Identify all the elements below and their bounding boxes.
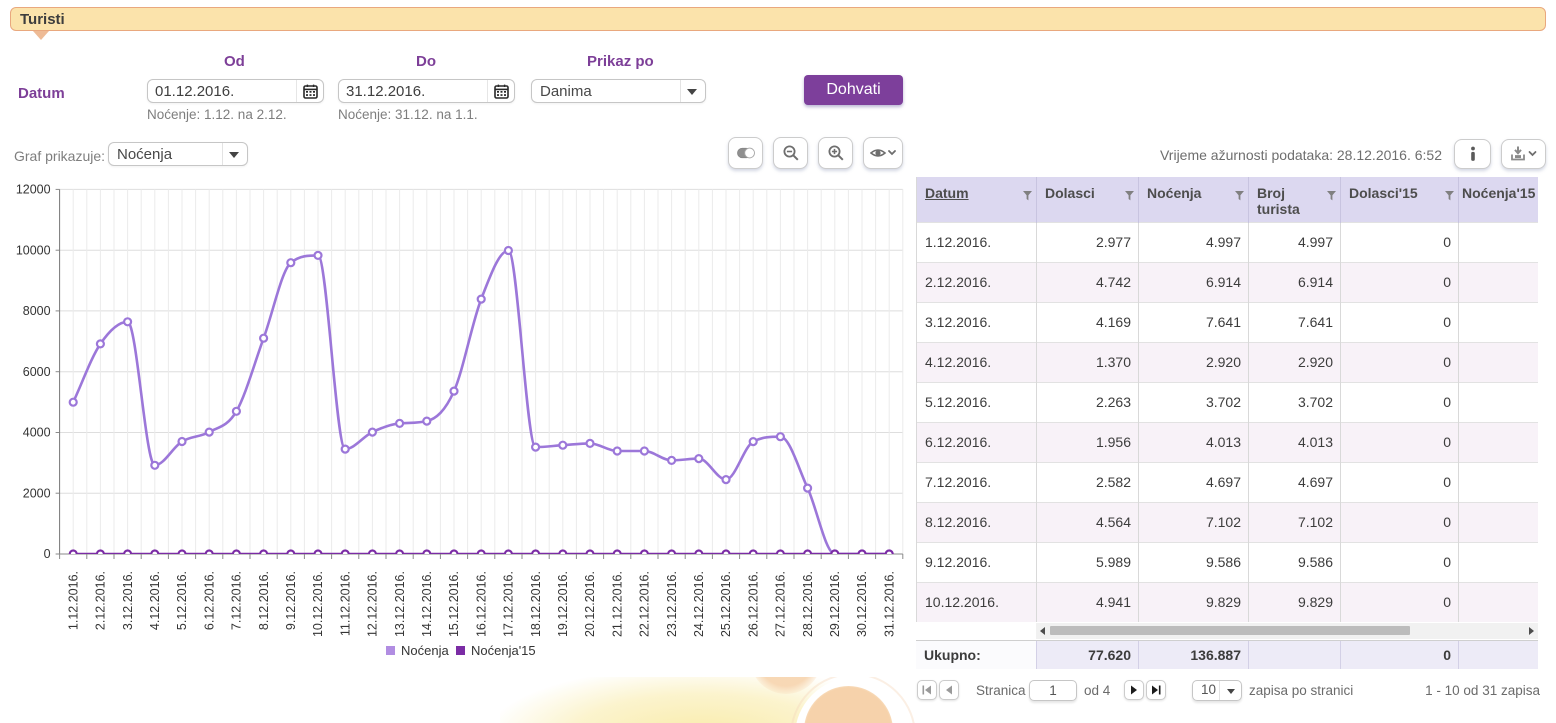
svg-text:10000: 10000 (16, 243, 51, 257)
svg-text:19.12.2016.: 19.12.2016. (556, 571, 570, 637)
svg-text:14.12.2016.: 14.12.2016. (420, 571, 434, 637)
svg-text:31.12.2016.: 31.12.2016. (882, 571, 896, 637)
svg-text:10.12.2016.: 10.12.2016. (311, 571, 325, 637)
svg-text:6000: 6000 (23, 365, 51, 379)
svg-text:16.12.2016.: 16.12.2016. (474, 571, 488, 637)
svg-text:9.12.2016.: 9.12.2016. (284, 571, 298, 630)
svg-text:30.12.2016.: 30.12.2016. (855, 571, 869, 637)
svg-text:28.12.2016.: 28.12.2016. (801, 571, 815, 637)
svg-text:13.12.2016.: 13.12.2016. (393, 571, 407, 637)
svg-text:12000: 12000 (16, 183, 51, 197)
svg-text:8.12.2016.: 8.12.2016. (257, 571, 271, 630)
svg-text:11.12.2016.: 11.12.2016. (338, 571, 352, 636)
svg-text:2.12.2016.: 2.12.2016. (94, 571, 108, 630)
svg-text:20.12.2016.: 20.12.2016. (583, 571, 597, 637)
svg-text:15.12.2016.: 15.12.2016. (447, 571, 461, 637)
svg-text:21.12.2016.: 21.12.2016. (610, 571, 624, 637)
svg-text:22.12.2016.: 22.12.2016. (638, 571, 652, 637)
svg-text:1.12.2016.: 1.12.2016. (66, 571, 80, 630)
svg-text:7.12.2016.: 7.12.2016. (230, 571, 244, 630)
svg-text:12.12.2016.: 12.12.2016. (366, 571, 380, 637)
svg-text:17.12.2016.: 17.12.2016. (502, 571, 516, 637)
svg-text:2000: 2000 (23, 486, 51, 500)
svg-text:4000: 4000 (23, 426, 51, 440)
svg-text:29.12.2016.: 29.12.2016. (828, 571, 842, 637)
svg-text:Noćenja: Noćenja (401, 643, 449, 658)
svg-text:8000: 8000 (23, 304, 51, 318)
svg-text:4.12.2016.: 4.12.2016. (148, 571, 162, 630)
svg-text:24.12.2016.: 24.12.2016. (692, 571, 706, 637)
svg-text:0: 0 (44, 547, 51, 561)
svg-text:Noćenja'15: Noćenja'15 (471, 643, 536, 658)
svg-text:27.12.2016.: 27.12.2016. (774, 571, 788, 637)
svg-text:23.12.2016.: 23.12.2016. (665, 571, 679, 637)
svg-text:5.12.2016.: 5.12.2016. (175, 571, 189, 630)
svg-text:6.12.2016.: 6.12.2016. (202, 571, 216, 630)
svg-text:25.12.2016.: 25.12.2016. (719, 571, 733, 637)
svg-text:18.12.2016.: 18.12.2016. (529, 571, 543, 637)
svg-text:3.12.2016.: 3.12.2016. (121, 571, 135, 630)
svg-text:26.12.2016.: 26.12.2016. (746, 571, 760, 637)
